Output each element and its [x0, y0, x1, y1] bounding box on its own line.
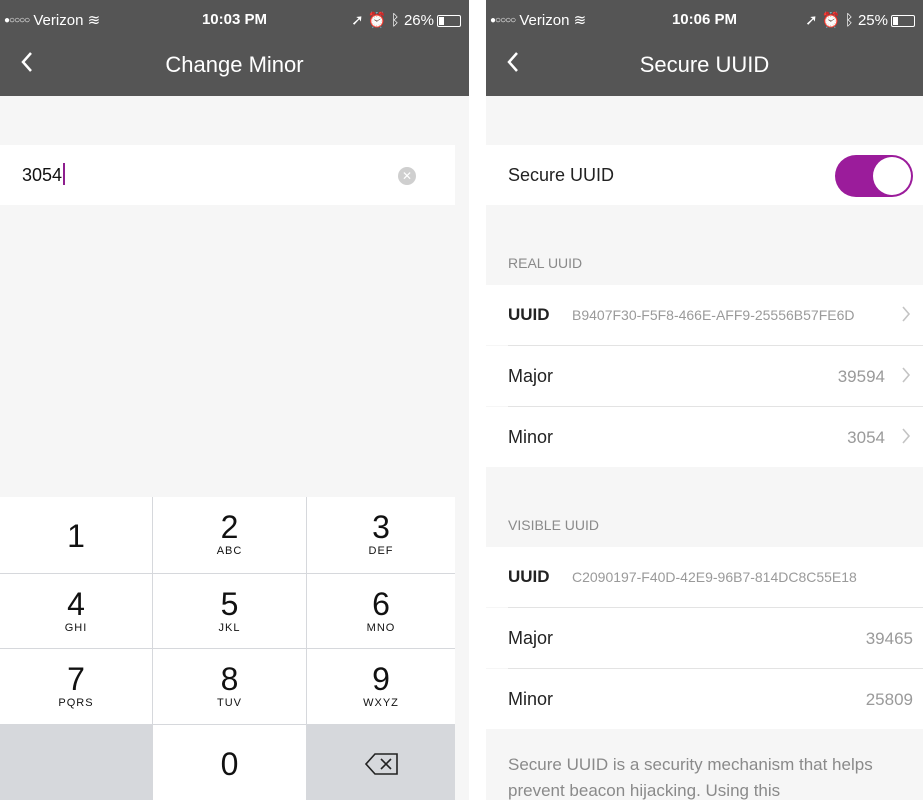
key-2[interactable]: 2 ABC	[153, 497, 306, 573]
key-letters: JKL	[218, 622, 241, 634]
bluetooth-icon: ᛒ	[844, 12, 854, 29]
major-value: 39465	[865, 629, 913, 648]
toggle-knob	[873, 157, 911, 195]
key-9[interactable]: 9 WXYZ	[307, 649, 455, 724]
page-title: Secure UUID	[639, 52, 770, 77]
key-6[interactable]: 6 MNO	[307, 574, 455, 648]
key-letters: GHI	[64, 622, 88, 634]
visible-uuid-row: UUID C2090197-F40D-42E9-96B7-814DC8C55E1…	[486, 547, 923, 607]
real-uuid-header: REAL UUID	[508, 255, 583, 271]
key-7[interactable]: 7 PQRS	[0, 649, 152, 724]
text-caret	[63, 163, 66, 185]
minor-input-value: 3054	[22, 165, 63, 185]
battery-percent: 26%	[403, 12, 434, 29]
location-arrow-icon: ➚	[805, 12, 818, 29]
bluetooth-icon: ᛒ	[390, 12, 400, 29]
key-3[interactable]: 3 DEF	[307, 497, 455, 573]
visible-major-row: Major 39465	[486, 608, 923, 668]
status-right: ➚ ⏰ ᛒ 25%	[805, 11, 915, 29]
battery-icon	[437, 15, 461, 27]
key-4[interactable]: 4 GHI	[0, 574, 152, 648]
real-uuid-row[interactable]: UUID B9407F30-F5F8-466E-AFF9-25556B57FE6…	[486, 285, 923, 345]
numeric-keypad: 1 2 ABC 3 DEF 4 GHI 5 JKL 6 MNO 7 PQRS 8 TUV 9W…	[0, 497, 455, 800]
minor-label: Minor	[508, 427, 554, 447]
key-number: 9	[372, 661, 390, 697]
secure-uuid-description: Secure UUID is a security mechanism that…	[508, 755, 873, 800]
key-letters: TUV	[217, 697, 242, 709]
real-major-row[interactable]: Major 39594	[486, 346, 923, 406]
key-number: 8	[220, 661, 239, 697]
secure-uuid-label: Secure UUID	[508, 165, 615, 185]
minor-value: 25809	[865, 690, 913, 709]
uuid-value: C2090197-F40D-42E9-96B7-814DC8C55E18	[572, 569, 857, 585]
minor-value: 3054	[847, 428, 885, 447]
key-letters: DEF	[368, 545, 394, 557]
minor-input[interactable]: 3054	[22, 163, 66, 186]
key-0[interactable]: 0	[153, 725, 306, 800]
key-5[interactable]: 5 JKL	[153, 574, 306, 648]
visible-uuid-header: VISIBLE UUID	[508, 517, 600, 533]
key-letters: PQRS	[58, 697, 94, 709]
key-letters: ABC	[216, 545, 243, 557]
uuid-label: UUID	[508, 305, 550, 324]
uuid-value: B9407F30-F5F8-466E-AFF9-25556B57FE6D	[572, 307, 855, 323]
key-number: 7	[67, 661, 85, 697]
backspace-icon	[365, 753, 398, 775]
battery-percent: 25%	[857, 12, 888, 29]
chevron-right-icon	[902, 306, 911, 322]
minor-label: Minor	[508, 689, 554, 709]
real-minor-row[interactable]: Minor 3054	[486, 407, 923, 467]
key-letters: MNO	[366, 622, 396, 634]
key-number: 3	[372, 509, 390, 545]
status-right: ➚ ⏰ ᛒ 26%	[351, 11, 461, 29]
key-number: 1	[67, 518, 85, 554]
uuid-label: UUID	[508, 567, 550, 586]
delete-button[interactable]	[307, 725, 455, 800]
location-arrow-icon: ➚	[351, 12, 364, 29]
key-blank	[0, 725, 152, 800]
major-label: Major	[508, 628, 554, 648]
visible-minor-row: Minor 25809	[486, 669, 923, 729]
major-label: Major	[508, 366, 554, 386]
status-bar: ●○○○○ Verizon ≋ 10:03 PM ➚ ⏰ ᛒ 26%	[0, 0, 469, 40]
battery-level	[439, 17, 444, 25]
secure-uuid-toggle[interactable]	[835, 155, 913, 197]
battery-level	[893, 17, 898, 25]
key-1[interactable]: 1	[0, 497, 152, 573]
key-number: 6	[372, 586, 390, 622]
major-value: 39594	[837, 367, 885, 386]
chevron-right-icon	[902, 428, 911, 444]
key-number: 0	[220, 746, 239, 782]
nav-bar: Change Minor	[0, 40, 469, 96]
key-letters: WXYZ	[363, 697, 399, 709]
secure-uuid-row: Secure UUID	[486, 145, 923, 205]
battery-icon	[891, 15, 915, 27]
key-number: 5	[220, 586, 239, 622]
minor-input-row[interactable]: 3054	[0, 145, 455, 205]
status-bar: ●○○○○ Verizon ≋ 10:06 PM ➚ ⏰ ᛒ 25%	[486, 0, 923, 40]
nav-bar: Secure UUID	[486, 40, 923, 96]
key-number: 4	[67, 586, 85, 622]
key-8[interactable]: 8 TUV	[153, 649, 306, 724]
alarm-icon: ⏰	[367, 12, 387, 29]
secure-uuid-screen: ●○○○○ Verizon ≋ 10:06 PM ➚ ⏰ ᛒ 25% Secur…	[486, 0, 923, 800]
key-number: 2	[220, 509, 239, 545]
chevron-right-icon	[902, 367, 911, 383]
alarm-icon: ⏰	[821, 12, 841, 29]
page-title: Change Minor	[165, 52, 304, 77]
change-minor-screen: ●○○○○ Verizon ≋ 10:03 PM ➚ ⏰ ᛒ 26% Chang…	[0, 0, 469, 800]
clear-icon[interactable]: ✕	[398, 167, 416, 185]
